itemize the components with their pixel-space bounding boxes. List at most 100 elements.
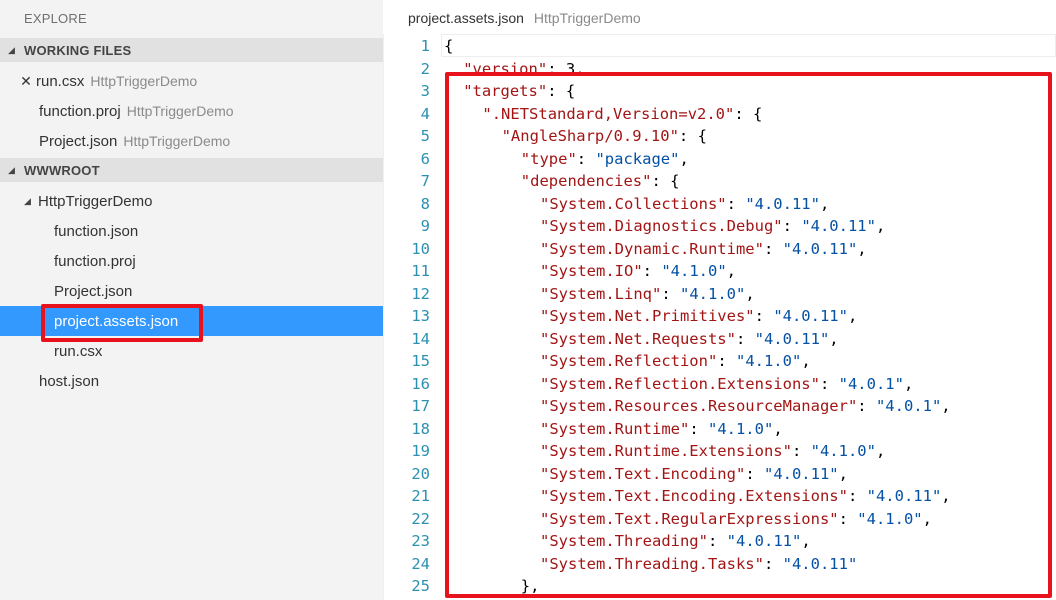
json-punctuation: ,	[847, 307, 858, 326]
json-string: "4.0.11"	[773, 307, 848, 326]
json-string: "4.0.11"	[763, 464, 839, 483]
json-key: "System.Text.RegularExpressions"	[540, 509, 839, 528]
working-file-run-csx[interactable]: ✕ run.csx HttpTriggerDemo	[0, 66, 383, 96]
json-key: "type"	[520, 149, 577, 168]
file-host-json[interactable]: host.json	[0, 366, 383, 396]
code-line: 25},	[384, 575, 1056, 598]
code-line: 16 "System.Reflection.Extensions": "4.0.1…	[384, 373, 1056, 396]
file-name: host.json	[39, 372, 100, 390]
json-punctuation: : {	[651, 172, 680, 191]
code-editor[interactable]: 1{2 "version": 3, 3 "targets": {4 ".NETStand…	[383, 34, 1056, 600]
json-punctuation: :	[782, 217, 802, 236]
code-line: 13 "System.Net.Primitives": "4.0.11",	[384, 305, 1056, 328]
json-key: "System.Text.Encoding.Extensions"	[540, 487, 848, 506]
json-punctuation: ,	[838, 464, 848, 483]
json-punctuation: ,	[941, 487, 951, 506]
editor-pane: project.assets.json HttpTriggerDemo 1{2 "…	[383, 0, 1056, 600]
json-punctuation: : {	[678, 127, 707, 146]
working-file-name: function.proj	[39, 102, 121, 120]
json-punctuation: :	[763, 239, 783, 258]
working-file-function-proj[interactable]: function.proj HttpTriggerDemo	[0, 96, 383, 126]
working-file-name: Project.json	[39, 132, 118, 150]
json-key: "System.Net.Requests"	[540, 329, 736, 348]
json-string: "4.0.11"	[801, 217, 876, 236]
working-file-folder: HttpTriggerDemo	[123, 133, 231, 149]
json-punctuation: :	[661, 284, 680, 303]
code-text: "System.IO": "4.1.0",	[540, 262, 736, 280]
code-line: 22 "System.Text.RegularExpressions": "4.1…	[384, 508, 1056, 531]
close-icon[interactable]: ✕	[18, 73, 34, 90]
json-string: "4.0.1"	[838, 374, 904, 393]
code-text: "AngleSharp/0.9.10": {	[502, 127, 707, 145]
line-number: 11	[411, 262, 430, 281]
line-number: 4	[420, 104, 430, 123]
file-function-json[interactable]: function.json	[0, 216, 383, 246]
line-number: 24	[411, 554, 430, 573]
editor-title[interactable]: project.assets.json HttpTriggerDemo	[408, 10, 641, 26]
line-number: 1	[420, 37, 430, 56]
code-line: 2 "version": 3,	[384, 58, 1056, 81]
file-project-json[interactable]: Project.json	[0, 276, 383, 306]
json-punctuation: ,	[801, 532, 811, 551]
json-key: "System.IO"	[540, 262, 643, 281]
json-punctuation: ,	[941, 397, 951, 416]
json-string: "4.0.11"	[754, 329, 830, 348]
line-number: 23	[411, 532, 430, 551]
file-run-csx[interactable]: run.csx	[0, 336, 383, 366]
json-punctuation: ,	[819, 194, 830, 213]
json-key: "System.Collections"	[540, 194, 727, 213]
code-line: 9 "System.Diagnostics.Debug": "4.0.11",	[384, 215, 1056, 238]
code-text: "System.Net.Requests": "4.0.11",	[540, 330, 839, 348]
json-punctuation: :	[819, 374, 839, 393]
json-punctuation: ,	[875, 442, 886, 461]
json-key: "System.Runtime.Extensions"	[540, 442, 792, 461]
json-key: "System.Runtime"	[540, 419, 690, 438]
json-punctuation: :	[763, 554, 783, 573]
wwwroot-header[interactable]: ◢ WWWROOT	[0, 158, 383, 182]
file-name: function.proj	[54, 252, 136, 270]
json-key: "dependencies"	[520, 172, 652, 191]
code-line: 3 "targets": {	[384, 80, 1056, 103]
code-text: "System.Runtime": "4.1.0",	[540, 420, 783, 438]
json-punctuation: {	[444, 37, 454, 56]
json-key: "System.Diagnostics.Debug"	[540, 217, 783, 236]
json-key: "System.Net.Primitives"	[540, 307, 755, 326]
json-key: ".NETStandard,Version=v2.0"	[482, 104, 735, 123]
line-number: 21	[411, 487, 430, 506]
code-text: "type": "package",	[521, 150, 689, 168]
code-line: 8 "System.Collections": "4.0.11",	[384, 193, 1056, 216]
working-file-project-json[interactable]: Project.json HttpTriggerDemo	[0, 126, 383, 156]
code-line: 1{	[384, 35, 1056, 58]
json-key: "System.Text.Encoding"	[540, 464, 746, 483]
json-punctuation: :	[745, 464, 764, 483]
file-name: Project.json	[54, 282, 133, 300]
folder-httptriggerdemo[interactable]: ◢ HttpTriggerDemo	[0, 186, 383, 216]
json-string: "4.0.1"	[875, 397, 942, 416]
code-line: 11 "System.IO": "4.1.0",	[384, 260, 1056, 283]
file-project-assets-json[interactable]: project.assets.json	[0, 306, 383, 336]
working-files-header[interactable]: ◢ WORKING FILES	[0, 38, 383, 62]
file-function-proj[interactable]: function.proj	[0, 246, 383, 276]
line-number: 25	[411, 577, 430, 596]
line-number: 10	[411, 239, 430, 258]
code-line: 15 "System.Reflection": "4.1.0",	[384, 350, 1056, 373]
code-line: 12 "System.Linq": "4.1.0",	[384, 283, 1056, 306]
wwwroot-label: WWWROOT	[24, 162, 100, 178]
code-text: "System.Dynamic.Runtime": "4.0.11",	[540, 240, 867, 258]
json-punctuation: ,	[875, 217, 886, 236]
file-name: function.json	[54, 222, 139, 240]
code-text: "dependencies": {	[521, 172, 680, 190]
json-string: "4.0.11"	[782, 554, 858, 573]
json-punctuation: :	[857, 397, 876, 416]
explorer-sidebar: EXPLORE ◢ WORKING FILES ✕ run.csx HttpTr…	[0, 0, 383, 600]
line-number: 15	[411, 352, 430, 371]
json-punctuation: :	[847, 487, 867, 506]
json-key: "version"	[463, 59, 548, 78]
json-punctuation: :	[735, 329, 755, 348]
json-punctuation: ,	[745, 284, 755, 303]
json-key: "System.Reflection.Extensions"	[540, 374, 820, 393]
line-number: 5	[420, 127, 430, 146]
json-punctuation: :	[791, 442, 811, 461]
json-key: "System.Dynamic.Runtime"	[540, 239, 764, 258]
json-punctuation: ,	[679, 149, 689, 168]
